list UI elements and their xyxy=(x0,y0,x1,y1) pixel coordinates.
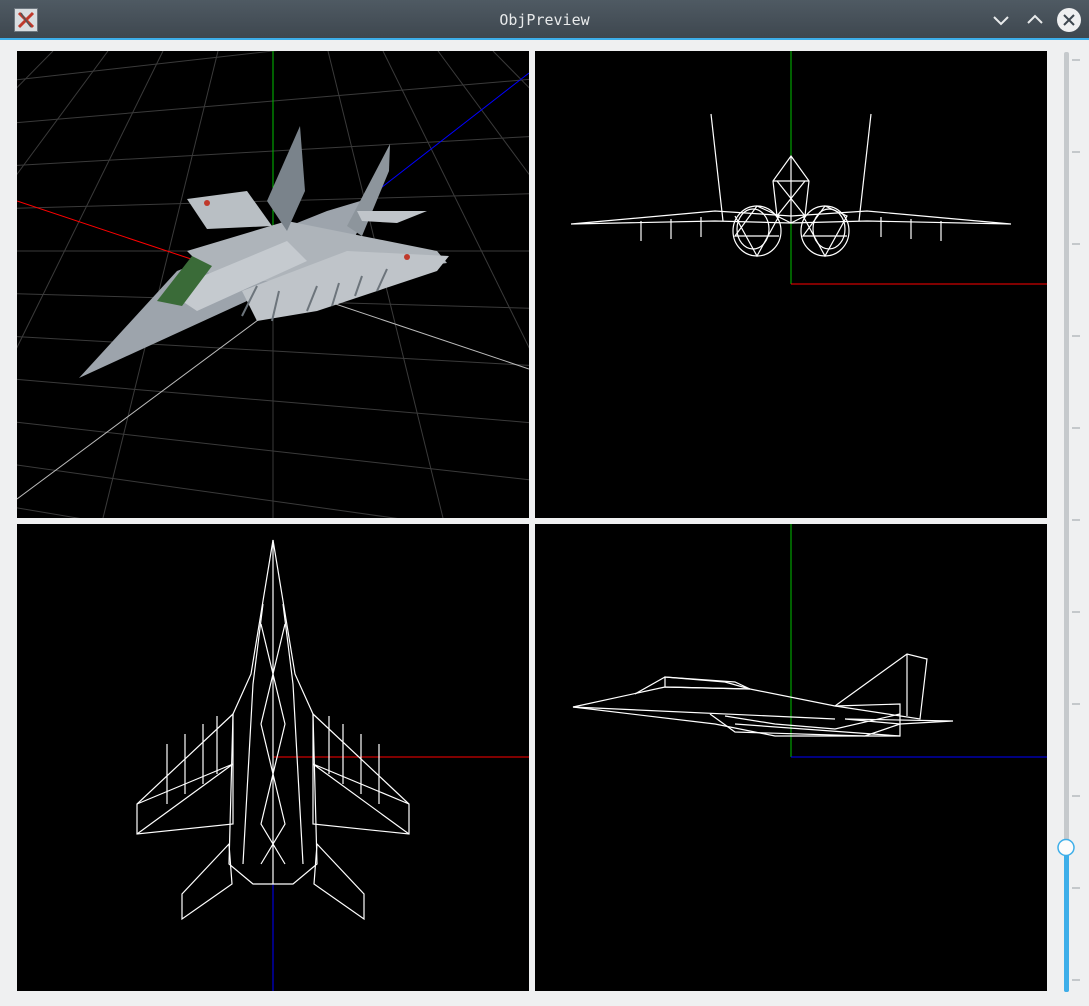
slider-fill xyxy=(1064,847,1069,992)
perspective-scene xyxy=(17,51,529,518)
top-viewport[interactable] xyxy=(17,524,529,991)
chevron-down-icon xyxy=(993,16,1009,26)
jet-top-wireframe xyxy=(136,539,410,921)
side-viewport[interactable] xyxy=(535,524,1047,991)
perspective-viewport[interactable] xyxy=(17,51,529,518)
maximize-button[interactable] xyxy=(1021,6,1049,34)
chevron-up-icon xyxy=(1027,14,1043,24)
zoom-slider-track xyxy=(1057,52,1080,992)
close-button[interactable] xyxy=(1055,6,1083,34)
jet-model xyxy=(79,126,449,378)
zoom-slider[interactable] xyxy=(1052,52,1080,992)
slider-ticks xyxy=(1072,59,1080,981)
minimize-button[interactable] xyxy=(987,6,1015,34)
front-scene xyxy=(570,51,1047,285)
jet-side-wireframe xyxy=(572,653,954,737)
slider-handle xyxy=(1057,838,1075,857)
side-scene xyxy=(572,524,1047,758)
front-viewport[interactable] xyxy=(535,51,1047,518)
window-title: ObjPreview xyxy=(499,11,590,29)
top-scene xyxy=(136,539,529,991)
title-bar[interactable]: ObjPreview xyxy=(0,0,1089,40)
close-icon xyxy=(1057,8,1081,32)
